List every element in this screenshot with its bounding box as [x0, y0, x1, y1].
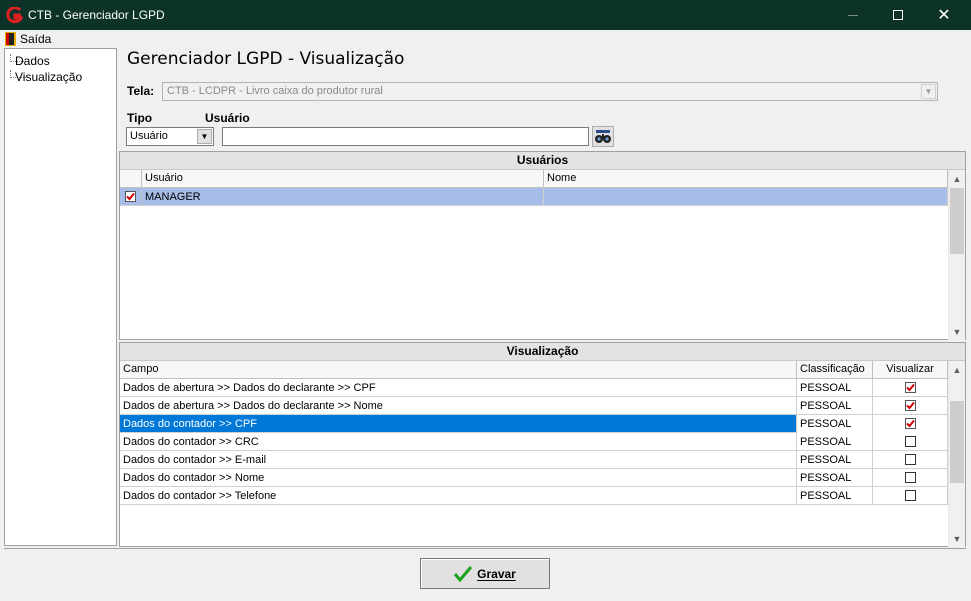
visualizar-cell [873, 451, 948, 469]
visualizar-checkbox[interactable] [905, 382, 916, 393]
campo-cell: Dados do contador >> CRC [120, 433, 797, 451]
visualizacao-vertical-scrollbar[interactable]: ▲ ▼ [948, 361, 965, 547]
app-logo-icon [6, 7, 23, 24]
campo-cell: Dados do contador >> CPF [120, 415, 797, 433]
classificacao-cell: PESSOAL [797, 487, 873, 505]
classificacao-cell: PESSOAL [797, 415, 873, 433]
visualizar-cell [873, 433, 948, 451]
exit-menu-item[interactable]: Saída [5, 31, 51, 46]
table-row-selected[interactable]: Dados do contador >> CPF PESSOAL [120, 415, 948, 433]
title-bar: CTB - Gerenciador LGPD ✕ [0, 0, 971, 30]
maximize-button[interactable] [875, 0, 921, 30]
visualizacao-grid-title: Visualização [120, 343, 965, 361]
tree-item-dados[interactable]: Dados [10, 53, 50, 68]
checkmark-icon [906, 383, 915, 392]
exit-door-icon [5, 31, 16, 46]
checkmark-icon [906, 419, 915, 428]
classificacao-cell: PESSOAL [797, 469, 873, 487]
page-title: Gerenciador LGPD - Visualização [127, 49, 405, 69]
campo-cell: Dados do contador >> Nome [120, 469, 797, 487]
classificacao-cell: PESSOAL [797, 379, 873, 397]
visualizar-cell [873, 415, 948, 433]
users-column-check [120, 170, 142, 188]
maximize-icon [893, 10, 903, 20]
tipo-select-value: Usuário [130, 130, 168, 142]
users-grid: Usuários Usuário Nome MANAGER ▲ ▼ [119, 151, 966, 340]
scroll-thumb[interactable] [950, 401, 964, 483]
scroll-down-icon[interactable]: ▼ [949, 530, 965, 547]
table-row[interactable]: Dados de abertura >> Dados do declarante… [120, 397, 948, 415]
table-row[interactable]: Dados de abertura >> Dados do declarante… [120, 379, 948, 397]
visualizar-checkbox[interactable] [905, 418, 916, 429]
tela-label: Tela: [127, 84, 155, 98]
table-row[interactable]: Dados do contador >> Nome PESSOAL [120, 469, 948, 487]
users-column-usuario[interactable]: Usuário [142, 170, 544, 188]
classificacao-cell: PESSOAL [797, 433, 873, 451]
user-nome-cell [544, 188, 948, 206]
table-row[interactable]: MANAGER [120, 188, 948, 206]
save-button-label: Gravar [477, 566, 516, 581]
navigation-tree: Dados Visualização [4, 48, 117, 546]
visualizar-cell [873, 487, 948, 505]
minimize-button[interactable] [830, 0, 876, 30]
checkmark-icon [126, 192, 135, 201]
visualizar-cell [873, 397, 948, 415]
table-row[interactable]: Dados do contador >> Telefone PESSOAL [120, 487, 948, 505]
campo-cell: Dados de abertura >> Dados do declarante… [120, 379, 797, 397]
users-vertical-scrollbar[interactable]: ▲ ▼ [948, 170, 965, 340]
users-column-nome[interactable]: Nome [544, 170, 948, 188]
table-row[interactable]: Dados do contador >> E-mail PESSOAL [120, 451, 948, 469]
campo-cell: Dados do contador >> Telefone [120, 487, 797, 505]
column-visualizar[interactable]: Visualizar [873, 361, 948, 379]
scroll-up-icon[interactable]: ▲ [949, 170, 965, 187]
minimize-icon [848, 14, 858, 16]
visualizar-checkbox[interactable] [905, 400, 916, 411]
binoculars-icon [595, 129, 611, 143]
exit-menu-label: Saída [20, 31, 52, 46]
user-usuario-cell: MANAGER [142, 188, 544, 206]
classificacao-cell: PESSOAL [797, 397, 873, 415]
checkmark-icon [454, 565, 473, 582]
tela-select-value: CTB - LCDPR - Livro caixa do produtor ru… [167, 85, 383, 97]
save-button[interactable]: Gravar [420, 558, 550, 589]
tipo-label: Tipo [127, 111, 153, 125]
user-row-checkbox[interactable] [125, 191, 136, 202]
table-row[interactable]: Dados do contador >> CRC PESSOAL [120, 433, 948, 451]
tree-item-visualizacao[interactable]: Visualização [10, 69, 82, 84]
checkmark-icon [906, 401, 915, 410]
scroll-up-icon[interactable]: ▲ [949, 361, 965, 378]
visualizar-checkbox[interactable] [905, 454, 916, 465]
table-cell [120, 188, 142, 206]
campo-cell: Dados do contador >> E-mail [120, 451, 797, 469]
campo-cell: Dados de abertura >> Dados do declarante… [120, 397, 797, 415]
visualizar-checkbox[interactable] [905, 436, 916, 447]
close-button[interactable]: ✕ [921, 0, 967, 30]
column-campo[interactable]: Campo [120, 361, 797, 379]
chevron-down-icon: ▼ [921, 84, 936, 99]
menu-bar: Saída [1, 30, 970, 47]
column-classificacao[interactable]: Classificação [797, 361, 873, 379]
usuario-input[interactable] [222, 127, 589, 146]
tree-item-label: Visualização [15, 69, 83, 84]
scroll-down-icon[interactable]: ▼ [949, 323, 965, 340]
visualizar-cell [873, 379, 948, 397]
visualizar-checkbox[interactable] [905, 472, 916, 483]
tela-select[interactable]: CTB - LCDPR - Livro caixa do produtor ru… [162, 82, 938, 101]
classificacao-cell: PESSOAL [797, 451, 873, 469]
window-title: CTB - Gerenciador LGPD [28, 8, 165, 22]
visualizar-cell [873, 469, 948, 487]
usuario-label: Usuário [205, 111, 250, 125]
close-icon: ✕ [937, 7, 951, 24]
scroll-thumb[interactable] [950, 188, 964, 254]
tree-item-label: Dados [15, 53, 50, 68]
chevron-down-icon: ▼ [197, 129, 212, 144]
visualizacao-grid: Visualização Campo Classificação Visuali… [119, 342, 966, 547]
users-grid-title: Usuários [120, 152, 965, 170]
visualizar-checkbox[interactable] [905, 490, 916, 501]
search-button[interactable] [592, 126, 614, 147]
tipo-select[interactable]: Usuário ▼ [126, 127, 214, 146]
